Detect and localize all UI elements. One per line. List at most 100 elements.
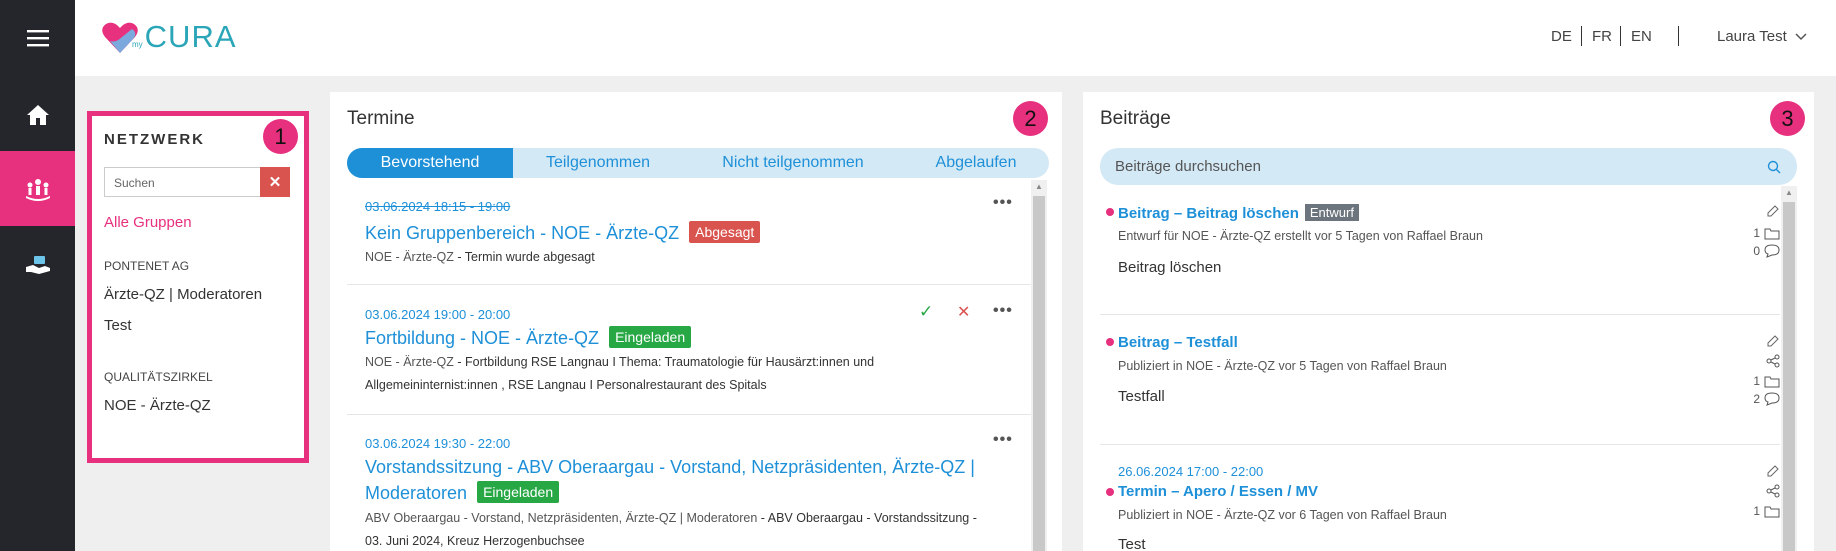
group-heading: PONTENET AG: [104, 259, 190, 273]
more-options-icon[interactable]: •••: [993, 194, 1013, 212]
lang-de[interactable]: DE: [1551, 28, 1572, 45]
home-icon[interactable]: [0, 80, 75, 150]
events-tabs: Bevorstehend Teilgenommen Nicht teilgeno…: [347, 148, 1049, 178]
clear-search-button[interactable]: ✕: [260, 167, 290, 197]
tab-upcoming[interactable]: Bevorstehend: [347, 148, 513, 178]
event-date: 03.06.2024 18:15 - 19:00: [365, 199, 511, 214]
logo[interactable]: my CURA: [100, 16, 237, 58]
event-description: - ABV Oberaargau - Vorstandssitzung -: [757, 511, 977, 525]
search-icon[interactable]: [1767, 160, 1781, 174]
event-title-text: Kein Gruppenbereich - NOE - Ärzte-QZ: [365, 223, 680, 243]
all-groups-link[interactable]: Alle Gruppen: [104, 214, 192, 231]
post-body: Test: [1118, 536, 1146, 551]
event-title[interactable]: Fortbildung - NOE - Ärzte-QZ Eingeladen: [365, 325, 692, 351]
post-meta: Entwurf für NOE - Ärzte-QZ erstellt vor …: [1118, 229, 1483, 243]
post-date: 26.06.2024 17:00 - 22:00: [1118, 464, 1264, 479]
divider: [347, 414, 1031, 415]
post-meta: Publiziert in NOE - Ärzte-QZ vor 6 Tagen…: [1118, 508, 1447, 522]
tab-expired[interactable]: Abgelaufen: [903, 148, 1049, 178]
folder-count-value: 1: [1753, 374, 1760, 388]
event-title-text: Vorstandssitzung - ABV Oberaargau - Vors…: [365, 457, 975, 477]
scroll-up-icon[interactable]: ▲: [1781, 186, 1797, 200]
comment-count-value: 0: [1753, 244, 1760, 258]
status-badge: Eingeladen: [609, 326, 692, 348]
event-item[interactable]: 03.06.2024 18:15 - 19:00 ••• Kein Gruppe…: [347, 192, 1031, 284]
event-title-text: Moderatoren: [365, 483, 468, 503]
group-item[interactable]: Test: [104, 317, 132, 334]
group-heading: QUALITÄTSZIRKEL: [104, 370, 213, 384]
divider: [1100, 314, 1780, 315]
posts-search-placeholder: Beiträge durchsuchen: [1115, 158, 1261, 175]
more-options-icon[interactable]: •••: [993, 431, 1013, 449]
folder-count[interactable]: 1: [1740, 226, 1780, 240]
posts-title: Beiträge: [1100, 108, 1171, 129]
scrollbar-thumb[interactable]: [1033, 196, 1045, 551]
comment-count[interactable]: 2: [1740, 392, 1780, 406]
network-title: NETZWERK: [104, 131, 205, 148]
comment-icon: [1764, 392, 1780, 406]
unread-dot: [1106, 488, 1114, 496]
lang-divider: [1581, 26, 1582, 46]
decline-icon[interactable]: ✕: [957, 302, 970, 322]
group-item[interactable]: NOE - Ärzte-QZ: [104, 397, 211, 414]
user-menu[interactable]: Laura Test: [1717, 28, 1807, 45]
event-meta: NOE - Ärzte-QZ - Termin wurde abgesagt: [365, 246, 595, 269]
events-scrollbar[interactable]: ▲: [1031, 180, 1047, 551]
status-badge: Abgesagt: [689, 221, 761, 243]
tab-attended[interactable]: Teilgenommen: [513, 148, 683, 178]
post-item[interactable]: 26.06.2024 17:00 - 22:00 Termin – Apero …: [1100, 458, 1780, 551]
user-name: Laura Test: [1717, 28, 1787, 45]
network-panel: NETZWERK 1 Suchen ✕ Alle Gruppen PONTENE…: [87, 111, 309, 463]
folder-count[interactable]: 1: [1740, 374, 1780, 388]
event-meta: ABV Oberaargau - Vorstand, Netzpräsident…: [365, 507, 977, 551]
comment-count[interactable]: 0: [1740, 244, 1780, 258]
chevron-down-icon: [1795, 32, 1807, 40]
event-item[interactable]: 03.06.2024 19:30 - 22:00 ••• Vorstandssi…: [347, 429, 1031, 551]
share-icon[interactable]: [1740, 354, 1780, 368]
folder-count-value: 1: [1753, 226, 1760, 240]
post-item[interactable]: Beitrag – Beitrag löschen Entwurf Entwurf…: [1100, 198, 1780, 314]
edit-icon[interactable]: [1740, 464, 1780, 478]
header-divider: [1678, 26, 1679, 46]
post-title[interactable]: Beitrag – Beitrag löschen Entwurf: [1118, 204, 1359, 222]
share-icon[interactable]: [1740, 484, 1780, 498]
event-date: 03.06.2024 19:30 - 22:00: [365, 436, 511, 451]
event-title[interactable]: Vorstandssitzung - ABV Oberaargau - Vors…: [365, 454, 975, 506]
folder-count-value: 1: [1753, 504, 1760, 518]
group-search-input[interactable]: Suchen: [104, 167, 260, 197]
logo-text: CURA: [144, 19, 237, 54]
network-icon[interactable]: [0, 151, 75, 226]
handshake-icon[interactable]: [0, 230, 75, 300]
posts-scrollbar[interactable]: ▲: [1781, 186, 1797, 551]
accept-icon[interactable]: ✓: [919, 302, 933, 322]
lang-en[interactable]: EN: [1631, 28, 1652, 45]
edit-icon[interactable]: [1740, 204, 1780, 218]
menu-icon[interactable]: [0, 0, 75, 76]
side-navigation: [0, 0, 75, 551]
event-item[interactable]: 03.06.2024 19:00 - 20:00 ✓ ✕ ••• Fortbil…: [347, 300, 1031, 414]
lang-fr[interactable]: FR: [1592, 28, 1612, 45]
post-title[interactable]: Beitrag – Testfall: [1118, 334, 1238, 351]
logo-prefix: my: [132, 39, 143, 49]
status-badge: Eingeladen: [477, 481, 560, 503]
divider: [347, 284, 1031, 285]
edit-icon[interactable]: [1740, 334, 1780, 348]
unread-dot: [1106, 208, 1114, 216]
group-item[interactable]: Ärzte-QZ | Moderatoren: [104, 286, 262, 303]
post-body: Testfall: [1118, 388, 1165, 405]
scrollbar-thumb[interactable]: [1783, 202, 1795, 551]
scroll-up-icon[interactable]: ▲: [1031, 180, 1047, 194]
more-options-icon[interactable]: •••: [993, 302, 1013, 320]
folder-icon: [1764, 506, 1780, 517]
tab-not-attended[interactable]: Nicht teilgenommen: [683, 148, 903, 178]
event-description: - Fortbildung RSE Langnau I Thema: Traum…: [453, 355, 875, 369]
post-item[interactable]: Beitrag – Testfall Publiziert in NOE - Ä…: [1100, 328, 1780, 444]
step-badge: 1: [263, 119, 298, 154]
event-title-text: Fortbildung - NOE - Ärzte-QZ: [365, 328, 600, 348]
post-title[interactable]: Termin – Apero / Essen / MV: [1118, 483, 1318, 500]
post-body: Beitrag löschen: [1118, 259, 1222, 276]
event-group: ABV Oberaargau - Vorstand, Netzpräsident…: [365, 511, 758, 525]
event-title[interactable]: Kein Gruppenbereich - NOE - Ärzte-QZ Abge…: [365, 220, 761, 246]
posts-search-input[interactable]: Beiträge durchsuchen: [1100, 148, 1797, 185]
folder-count[interactable]: 1: [1740, 504, 1780, 518]
